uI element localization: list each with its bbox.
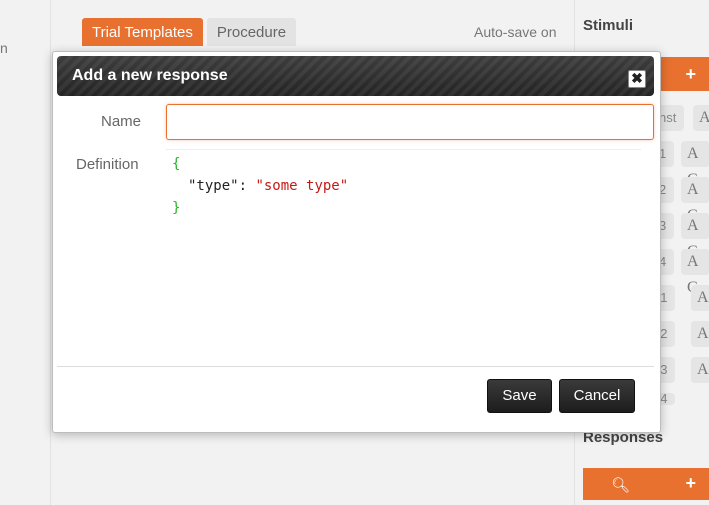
add-response-dialog: Add a new response ✖ Name Definition { "… [52, 51, 661, 433]
dialog-divider [57, 366, 654, 367]
dialog-title: Add a new response [72, 67, 228, 84]
save-button[interactable]: Save [487, 379, 552, 413]
definition-label: Definition [76, 156, 139, 173]
code-line-open: { [172, 156, 181, 172]
close-icon[interactable]: ✖ [628, 70, 646, 88]
name-input[interactable] [166, 104, 654, 140]
code-colon: : [238, 178, 256, 194]
code-key: "type" [188, 178, 239, 194]
code-line-close: } [172, 200, 181, 216]
definition-editor[interactable]: { "type": "some type" } [166, 149, 641, 348]
cancel-button[interactable]: Cancel [559, 379, 635, 413]
dialog-header: Add a new response ✖ [57, 56, 654, 96]
code-line-type: "type": "some type" [188, 178, 348, 194]
code-string-value: "some type" [255, 178, 349, 194]
name-label: Name [101, 113, 142, 130]
